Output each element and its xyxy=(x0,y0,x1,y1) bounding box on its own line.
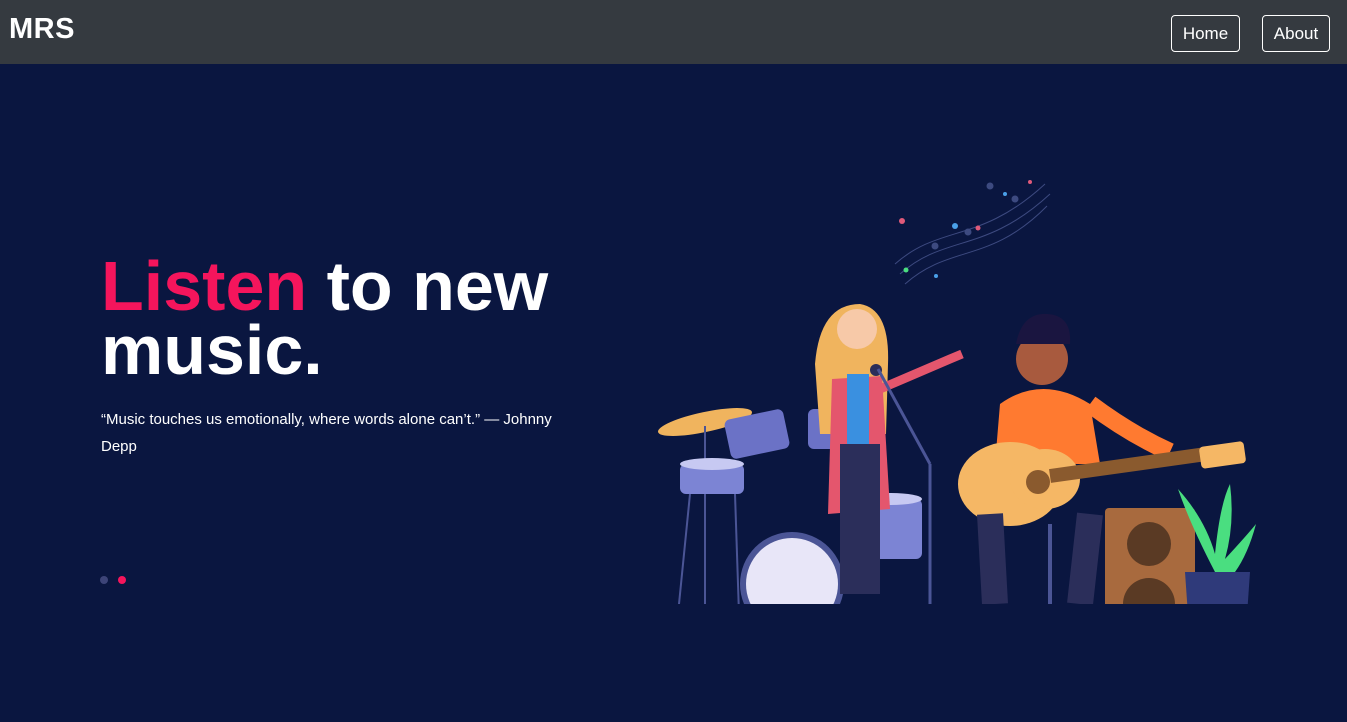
band-illustration xyxy=(658,180,1256,604)
guitarist-icon xyxy=(958,313,1246,604)
nav-about-button[interactable]: About xyxy=(1262,15,1330,52)
music-notes-icon xyxy=(894,180,1051,285)
nav-home-button[interactable]: Home xyxy=(1171,15,1240,52)
hero-headline: Listen to new music. xyxy=(101,251,621,385)
carousel-dot-2-active[interactable] xyxy=(118,576,126,584)
hero-quote: “Music touches us emotionally, where wor… xyxy=(101,411,552,455)
hero-carousel: Listen to new music. “Music touches us e… xyxy=(0,64,1347,722)
brand-logo[interactable]: MRS xyxy=(9,13,75,46)
carousel-dot-1[interactable] xyxy=(100,576,108,584)
carousel-indicators xyxy=(100,576,126,584)
navbar: MRS Home About xyxy=(0,0,1347,64)
speaker-icon xyxy=(1105,508,1195,604)
